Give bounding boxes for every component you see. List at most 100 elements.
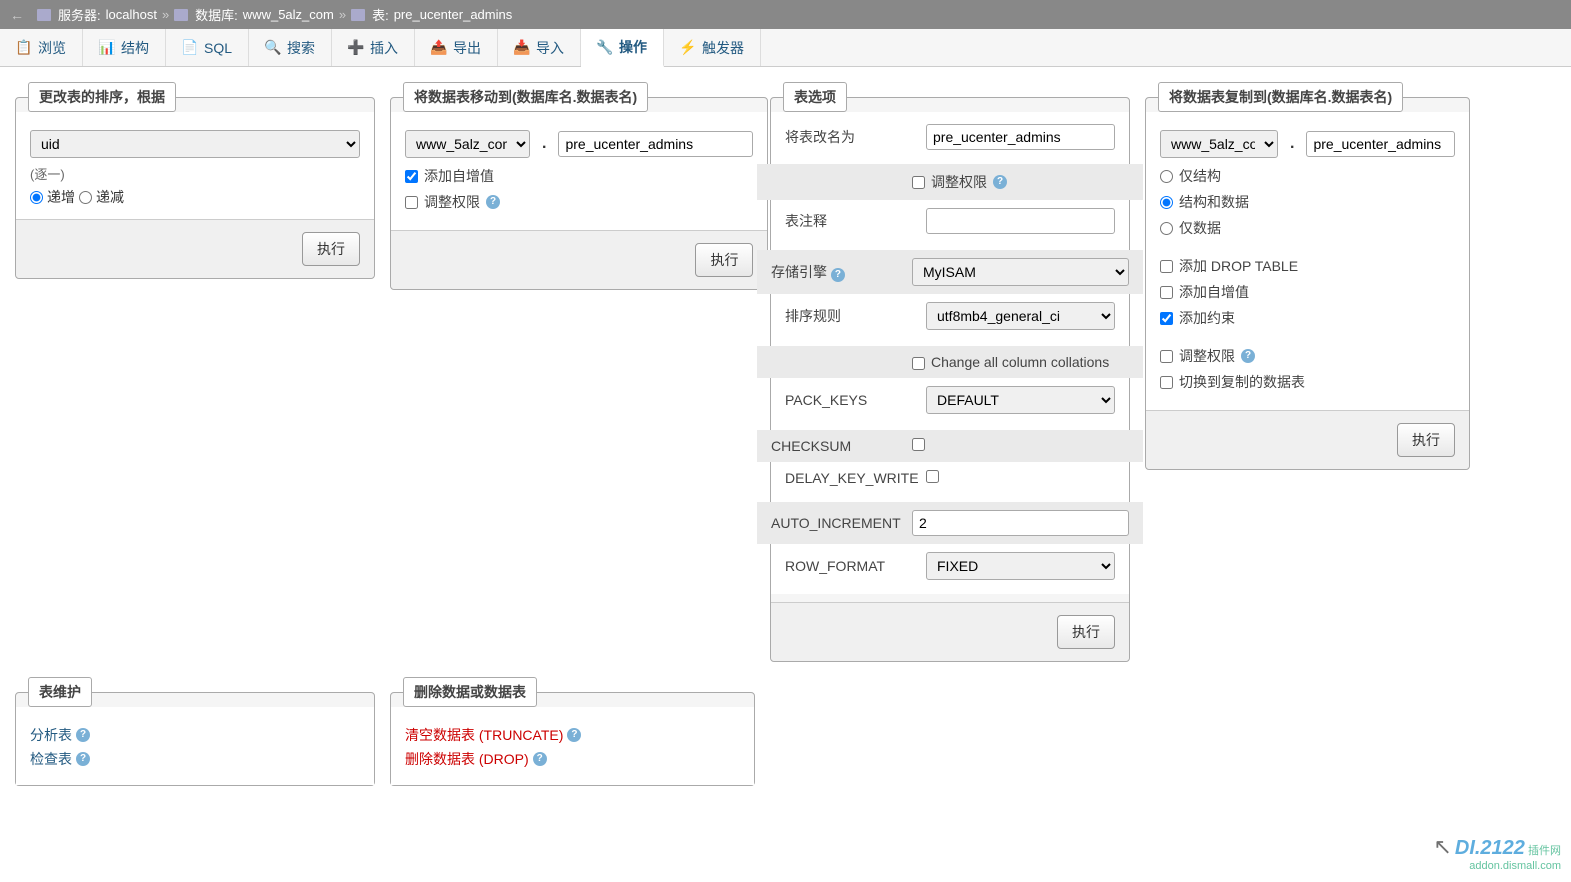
back-arrow-icon[interactable]: ← [10,7,24,23]
delay-checkbox[interactable] [926,470,939,483]
move-table-panel: 将数据表移动到(数据库名.数据表名) www_5alz_com . 添加自增值 … [390,82,768,290]
move-table-input[interactable] [558,131,753,157]
tab-sql[interactable]: 📄SQL [166,29,249,66]
tab-import[interactable]: 📥导入 [498,29,581,66]
move-db-select[interactable]: www_5alz_com [405,130,530,158]
alter-order-submit[interactable]: 执行 [302,232,360,266]
analyze-link[interactable]: 分析表 [30,725,72,745]
rename-adjust-priv-checkbox[interactable] [912,176,925,189]
search-icon: 🔍 [265,40,281,56]
dot-separator: . [1290,135,1294,153]
order-asc-radio[interactable] [30,191,43,204]
truncate-link[interactable]: 清空数据表 (TRUNCATE) [405,725,563,745]
help-icon[interactable]: ? [76,728,90,742]
help-icon[interactable]: ? [567,728,581,742]
watermark-sub2: addon.dismall.com [1469,860,1561,872]
auto-inc-input[interactable] [912,510,1129,536]
collation-select[interactable]: utf8mb4_general_ci [926,302,1115,330]
checksum-label: CHECKSUM [771,438,906,454]
database-icon [174,9,188,21]
delete-panel: 删除数据或数据表 清空数据表 (TRUNCATE) ? 删除数据表 (DROP)… [390,677,755,786]
alter-order-panel: 更改表的排序，根据 uid (逐一) 递增 递减 执行 [15,82,375,279]
check-link[interactable]: 检查表 [30,749,72,769]
separator: » [339,7,346,22]
copy-constraints-label: 添加约束 [1179,308,1235,328]
cursor-icon: ↖ [1433,834,1451,859]
insert-icon: ➕ [348,40,364,56]
copy-adjust-priv-checkbox[interactable] [1160,350,1173,363]
tab-search[interactable]: 🔍搜索 [249,29,332,66]
copy-table-submit[interactable]: 执行 [1397,423,1455,457]
tab-browse[interactable]: 📋浏览 [0,29,83,66]
copy-add-drop-checkbox[interactable] [1160,260,1173,273]
maintenance-panel: 表维护 分析表 ? 检查表 ? [15,677,375,786]
copy-constraints-checkbox[interactable] [1160,312,1173,325]
copy-structure-only-radio[interactable] [1160,170,1173,183]
rename-input[interactable] [926,124,1115,150]
copy-add-drop-label: 添加 DROP TABLE [1179,256,1298,276]
structure-icon: 📊 [99,40,115,56]
maintenance-legend: 表维护 [28,677,92,707]
tab-export[interactable]: 📤导出 [415,29,498,66]
copy-switch-checkbox[interactable] [1160,376,1173,389]
help-icon[interactable]: ? [76,752,90,766]
table-options-submit[interactable]: 执行 [1057,615,1115,649]
comment-input[interactable] [926,208,1115,234]
tab-operations[interactable]: 🔧操作 [581,29,664,67]
copy-auto-inc-checkbox[interactable] [1160,286,1173,299]
copy-adjust-priv-label: 调整权限 [1179,346,1235,366]
tab-structure[interactable]: 📊结构 [83,29,166,66]
order-column-select[interactable]: uid [30,130,360,158]
copy-table-legend: 将数据表复制到(数据库名.数据表名) [1158,82,1403,112]
copy-auto-inc-label: 添加自增值 [1179,282,1249,302]
change-collations-checkbox[interactable] [912,357,925,370]
delay-label: DELAY_KEY_WRITE [785,470,920,486]
server-link[interactable]: localhost [106,7,157,22]
nav-tabs: 📋浏览 📊结构 📄SQL 🔍搜索 ➕插入 📤导出 📥导入 🔧操作 ⚡触发器 [0,29,1571,67]
order-desc-radio[interactable] [79,191,92,204]
collation-label: 排序规则 [785,306,920,326]
server-label: 服务器: [58,5,101,24]
drop-link[interactable]: 删除数据表 (DROP) [405,749,529,769]
watermark-sub1: 插件网 [1528,845,1561,857]
checksum-checkbox[interactable] [912,438,925,451]
database-label: 数据库: [195,5,238,24]
help-icon[interactable]: ? [486,195,500,209]
help-icon[interactable]: ? [831,268,845,282]
copy-table-input[interactable] [1306,131,1455,157]
help-icon[interactable]: ? [1241,349,1255,363]
tab-insert[interactable]: ➕插入 [332,29,415,66]
table-options-panel: 表选项 将表改名为 调整权限 ? 表注释 存储引擎 ?MyISAM 排序规则ut… [770,82,1130,662]
order-desc-label: 递减 [96,187,124,207]
dot-separator: . [542,135,546,153]
comment-label: 表注释 [785,211,920,231]
copy-table-panel: 将数据表复制到(数据库名.数据表名) www_5alz_com . 仅结构 结构… [1145,82,1470,470]
engine-select[interactable]: MyISAM [912,258,1129,286]
table-link[interactable]: pre_ucenter_admins [394,7,513,22]
trigger-icon: ⚡ [680,40,696,56]
copy-db-select[interactable]: www_5alz_com [1160,130,1278,158]
row-format-select[interactable]: FIXED [926,552,1115,580]
import-icon: 📥 [514,40,530,56]
wrench-icon: 🔧 [597,39,613,55]
order-asc-label: 递增 [47,187,75,207]
move-auto-inc-label: 添加自增值 [424,166,494,186]
move-auto-inc-checkbox[interactable] [405,170,418,183]
move-table-submit[interactable]: 执行 [695,243,753,277]
server-icon [37,9,51,21]
rename-adjust-priv-label: 调整权限 [931,172,987,192]
breadcrumb: ← 服务器: localhost » 数据库: www_5alz_com » 表… [0,0,1571,29]
copy-structure-data-radio[interactable] [1160,196,1173,209]
pack-keys-select[interactable]: DEFAULT [926,386,1115,414]
database-link[interactable]: www_5alz_com [243,7,334,22]
help-icon[interactable]: ? [993,175,1007,189]
table-options-legend: 表选项 [783,82,847,112]
pack-keys-label: PACK_KEYS [785,392,920,408]
export-icon: 📤 [431,40,447,56]
table-label: 表: [372,5,389,24]
move-adjust-priv-checkbox[interactable] [405,196,418,209]
change-collations-label: Change all column collations [931,354,1109,370]
tab-triggers[interactable]: ⚡触发器 [664,29,761,66]
help-icon[interactable]: ? [533,752,547,766]
copy-data-only-radio[interactable] [1160,222,1173,235]
